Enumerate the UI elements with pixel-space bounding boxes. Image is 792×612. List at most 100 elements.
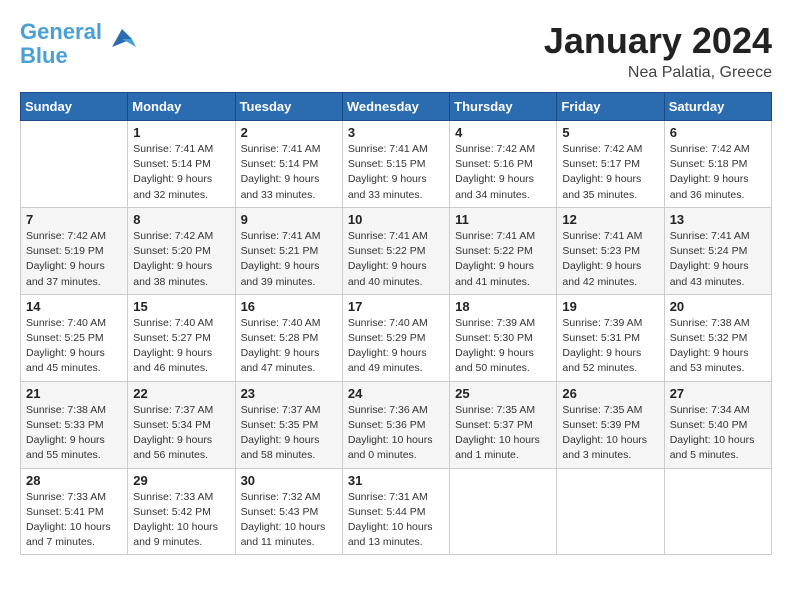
day-number: 13 bbox=[670, 212, 766, 227]
calendar-week-row: 1Sunrise: 7:41 AM Sunset: 5:14 PM Daylig… bbox=[21, 121, 772, 208]
day-number: 15 bbox=[133, 299, 229, 314]
day-number: 26 bbox=[562, 386, 658, 401]
calendar-cell: 26 Sunrise: 7:35 AM Sunset: 5:39 PM Dayli… bbox=[557, 381, 664, 468]
calendar-cell bbox=[557, 468, 664, 555]
calendar-cell: 20 Sunrise: 7:38 AM Sunset: 5:32 PM Dayli… bbox=[664, 294, 771, 381]
calendar-week-row: 21Sunrise: 7:38 AM Sunset: 5:33 PM Dayli… bbox=[21, 381, 772, 468]
day-info: Sunrise: 7:33 AM Sunset: 5:41 PM Dayligh… bbox=[26, 490, 122, 551]
day-info: Sunrise: 7:31 AM Sunset: 5:44 PM Dayligh… bbox=[348, 490, 444, 551]
calendar-cell bbox=[21, 121, 128, 208]
calendar-week-row: 28 Sunrise: 7:33 AM Sunset: 5:41 PM Dayli… bbox=[21, 468, 772, 555]
day-number: 28 bbox=[26, 473, 122, 488]
calendar-cell: 15Sunrise: 7:40 AM Sunset: 5:27 PM Dayli… bbox=[128, 294, 235, 381]
day-number: 11 bbox=[455, 212, 551, 227]
day-number: 25 bbox=[455, 386, 551, 401]
day-info: Sunrise: 7:42 AM Sunset: 5:16 PM Dayligh… bbox=[455, 142, 551, 203]
calendar-cell: 29 Sunrise: 7:33 AM Sunset: 5:42 PM Dayli… bbox=[128, 468, 235, 555]
day-info: Sunrise: 7:35 AM Sunset: 5:37 PM Dayligh… bbox=[455, 403, 551, 464]
calendar-cell: 3 Sunrise: 7:41 AM Sunset: 5:15 PM Daylig… bbox=[342, 121, 449, 208]
day-number: 18 bbox=[455, 299, 551, 314]
day-info: Sunrise: 7:40 AM Sunset: 5:29 PM Dayligh… bbox=[348, 316, 444, 377]
day-info: Sunrise: 7:41 AM Sunset: 5:21 PM Dayligh… bbox=[241, 229, 337, 290]
day-number: 23 bbox=[241, 386, 337, 401]
day-info: Sunrise: 7:33 AM Sunset: 5:42 PM Dayligh… bbox=[133, 490, 229, 551]
month-title: January 2024 bbox=[544, 20, 772, 62]
day-number: 24 bbox=[348, 386, 444, 401]
day-number: 7 bbox=[26, 212, 122, 227]
calendar-cell: 18 Sunrise: 7:39 AM Sunset: 5:30 PM Dayli… bbox=[450, 294, 557, 381]
day-number: 9 bbox=[241, 212, 337, 227]
calendar-cell: 9 Sunrise: 7:41 AM Sunset: 5:21 PM Daylig… bbox=[235, 207, 342, 294]
day-info: Sunrise: 7:41 AM Sunset: 5:23 PM Dayligh… bbox=[562, 229, 658, 290]
location-subtitle: Nea Palatia, Greece bbox=[544, 64, 772, 82]
day-info: Sunrise: 7:42 AM Sunset: 5:17 PM Dayligh… bbox=[562, 142, 658, 203]
day-number: 20 bbox=[670, 299, 766, 314]
day-info: Sunrise: 7:40 AM Sunset: 5:25 PM Dayligh… bbox=[26, 316, 122, 377]
day-number: 8 bbox=[133, 212, 229, 227]
page-header: GeneralBlue January 2024 Nea Palatia, Gr… bbox=[20, 20, 772, 82]
day-header-sunday: Sunday bbox=[21, 93, 128, 121]
day-info: Sunrise: 7:41 AM Sunset: 5:22 PM Dayligh… bbox=[348, 229, 444, 290]
day-number: 31 bbox=[348, 473, 444, 488]
calendar-cell: 31 Sunrise: 7:31 AM Sunset: 5:44 PM Dayli… bbox=[342, 468, 449, 555]
day-info: Sunrise: 7:37 AM Sunset: 5:34 PM Dayligh… bbox=[133, 403, 229, 464]
calendar-cell: 1Sunrise: 7:41 AM Sunset: 5:14 PM Daylig… bbox=[128, 121, 235, 208]
day-number: 4 bbox=[455, 125, 551, 140]
day-info: Sunrise: 7:35 AM Sunset: 5:39 PM Dayligh… bbox=[562, 403, 658, 464]
calendar-cell: 17 Sunrise: 7:40 AM Sunset: 5:29 PM Dayli… bbox=[342, 294, 449, 381]
day-info: Sunrise: 7:39 AM Sunset: 5:31 PM Dayligh… bbox=[562, 316, 658, 377]
logo-text: GeneralBlue bbox=[20, 20, 102, 68]
calendar-cell: 8 Sunrise: 7:42 AM Sunset: 5:20 PM Daylig… bbox=[128, 207, 235, 294]
day-number: 14 bbox=[26, 299, 122, 314]
calendar-week-row: 7 Sunrise: 7:42 AM Sunset: 5:19 PM Daylig… bbox=[21, 207, 772, 294]
calendar-cell: 22 Sunrise: 7:37 AM Sunset: 5:34 PM Dayli… bbox=[128, 381, 235, 468]
day-info: Sunrise: 7:39 AM Sunset: 5:30 PM Dayligh… bbox=[455, 316, 551, 377]
day-info: Sunrise: 7:32 AM Sunset: 5:43 PM Dayligh… bbox=[241, 490, 337, 551]
day-number: 6 bbox=[670, 125, 766, 140]
day-info: Sunrise: 7:37 AM Sunset: 5:35 PM Dayligh… bbox=[241, 403, 337, 464]
calendar-cell bbox=[664, 468, 771, 555]
calendar-cell: 25 Sunrise: 7:35 AM Sunset: 5:37 PM Dayli… bbox=[450, 381, 557, 468]
day-info: Sunrise: 7:36 AM Sunset: 5:36 PM Dayligh… bbox=[348, 403, 444, 464]
calendar-cell: 23 Sunrise: 7:37 AM Sunset: 5:35 PM Dayli… bbox=[235, 381, 342, 468]
calendar-cell: 14 Sunrise: 7:40 AM Sunset: 5:25 PM Dayli… bbox=[21, 294, 128, 381]
day-info: Sunrise: 7:41 AM Sunset: 5:15 PM Dayligh… bbox=[348, 142, 444, 203]
day-header-monday: Monday bbox=[128, 93, 235, 121]
day-info: Sunrise: 7:41 AM Sunset: 5:24 PM Dayligh… bbox=[670, 229, 766, 290]
calendar-table: SundayMondayTuesdayWednesdayThursdayFrid… bbox=[20, 92, 772, 555]
day-number: 3 bbox=[348, 125, 444, 140]
day-info: Sunrise: 7:41 AM Sunset: 5:22 PM Dayligh… bbox=[455, 229, 551, 290]
calendar-cell: 4 Sunrise: 7:42 AM Sunset: 5:16 PM Daylig… bbox=[450, 121, 557, 208]
day-info: Sunrise: 7:42 AM Sunset: 5:19 PM Dayligh… bbox=[26, 229, 122, 290]
day-number: 27 bbox=[670, 386, 766, 401]
calendar-cell: 2Sunrise: 7:41 AM Sunset: 5:14 PM Daylig… bbox=[235, 121, 342, 208]
day-header-friday: Friday bbox=[557, 93, 664, 121]
day-info: Sunrise: 7:42 AM Sunset: 5:20 PM Dayligh… bbox=[133, 229, 229, 290]
day-number: 30 bbox=[241, 473, 337, 488]
day-info: Sunrise: 7:41 AM Sunset: 5:14 PM Dayligh… bbox=[133, 142, 229, 203]
day-header-tuesday: Tuesday bbox=[235, 93, 342, 121]
day-info: Sunrise: 7:38 AM Sunset: 5:32 PM Dayligh… bbox=[670, 316, 766, 377]
day-number: 10 bbox=[348, 212, 444, 227]
calendar-cell: 21Sunrise: 7:38 AM Sunset: 5:33 PM Dayli… bbox=[21, 381, 128, 468]
calendar-cell: 30 Sunrise: 7:32 AM Sunset: 5:43 PM Dayli… bbox=[235, 468, 342, 555]
day-info: Sunrise: 7:42 AM Sunset: 5:18 PM Dayligh… bbox=[670, 142, 766, 203]
calendar-cell: 19 Sunrise: 7:39 AM Sunset: 5:31 PM Dayli… bbox=[557, 294, 664, 381]
day-number: 5 bbox=[562, 125, 658, 140]
day-number: 17 bbox=[348, 299, 444, 314]
calendar-cell: 5 Sunrise: 7:42 AM Sunset: 5:17 PM Daylig… bbox=[557, 121, 664, 208]
day-number: 29 bbox=[133, 473, 229, 488]
logo-icon bbox=[108, 25, 136, 53]
calendar-cell: 16Sunrise: 7:40 AM Sunset: 5:28 PM Dayli… bbox=[235, 294, 342, 381]
day-info: Sunrise: 7:41 AM Sunset: 5:14 PM Dayligh… bbox=[241, 142, 337, 203]
day-header-saturday: Saturday bbox=[664, 93, 771, 121]
day-header-wednesday: Wednesday bbox=[342, 93, 449, 121]
day-info: Sunrise: 7:38 AM Sunset: 5:33 PM Dayligh… bbox=[26, 403, 122, 464]
calendar-week-row: 14 Sunrise: 7:40 AM Sunset: 5:25 PM Dayli… bbox=[21, 294, 772, 381]
day-info: Sunrise: 7:34 AM Sunset: 5:40 PM Dayligh… bbox=[670, 403, 766, 464]
day-number: 16 bbox=[241, 299, 337, 314]
logo: GeneralBlue bbox=[20, 20, 136, 68]
calendar-cell: 6 Sunrise: 7:42 AM Sunset: 5:18 PM Daylig… bbox=[664, 121, 771, 208]
day-number: 22 bbox=[133, 386, 229, 401]
day-number: 19 bbox=[562, 299, 658, 314]
